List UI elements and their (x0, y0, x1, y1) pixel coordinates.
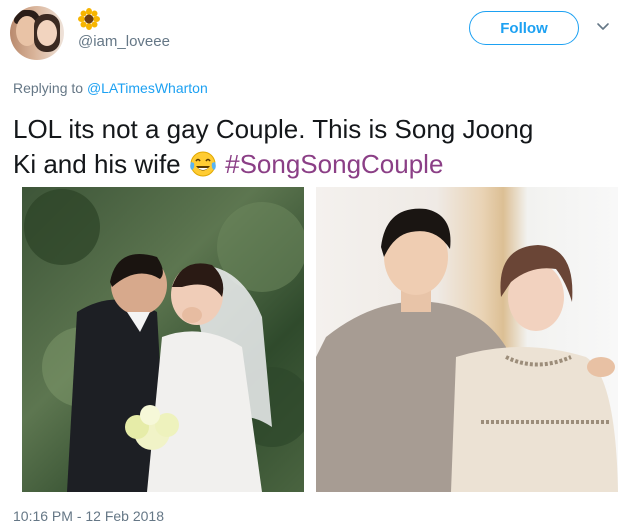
hashtag-link[interactable]: #SongSongCouple (225, 149, 443, 179)
sunflower-icon (78, 8, 100, 30)
couple-portrait-photo[interactable] (316, 187, 618, 492)
chevron-down-icon[interactable] (596, 22, 610, 32)
follow-button[interactable]: Follow (469, 11, 579, 45)
user-handle[interactable]: @iam_loveee (78, 33, 170, 50)
replying-to: Replying to @LATimesWharton (13, 80, 208, 96)
tweet-text: LOL its not a gay Couple. This is Song J… (13, 112, 623, 182)
tweet-text-line1: LOL its not a gay Couple. This is Song J… (13, 114, 534, 144)
wedding-kiss-photo[interactable] (22, 187, 304, 492)
avatar[interactable] (10, 6, 64, 60)
face-with-tears-of-joy-icon (190, 151, 216, 177)
tweet-text-line2: Ki and his wife (13, 149, 181, 179)
wedding-photo-illustration (24, 189, 304, 492)
avatar-face-right (37, 20, 57, 46)
tweet-timestamp[interactable]: 10:16 PM - 12 Feb 2018 (13, 508, 164, 524)
replying-to-label: Replying to (13, 80, 84, 96)
reply-mention-link[interactable]: @LATimesWharton (87, 80, 208, 96)
portrait-photo-illustration (316, 208, 618, 492)
